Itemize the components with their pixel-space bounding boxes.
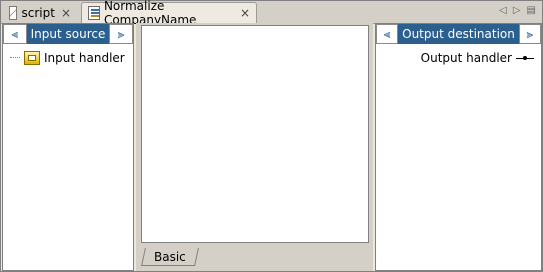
input-handler-tree-item[interactable]: Input handler: [10, 51, 125, 65]
script-icon: [9, 5, 18, 20]
close-icon[interactable]: ×: [61, 6, 71, 20]
previous-tab-icon[interactable]: ◁: [499, 5, 507, 16]
input-source-header: ⫷ Input source ⫸: [3, 24, 133, 45]
tab-list-icon[interactable]: ▤: [527, 5, 536, 16]
input-handler-label: Input handler: [44, 51, 125, 65]
close-icon[interactable]: ×: [240, 6, 250, 20]
editor-window: script × Normalize CompanyName × ◁ ▷ ▤ ⫷…: [0, 0, 543, 272]
tab-basic-label: Basic: [154, 249, 186, 264]
output-handler-label: Output handler: [420, 51, 512, 65]
tab-basic[interactable]: Basic: [141, 248, 199, 266]
connector-icon: [516, 55, 534, 60]
double-left-arrow-icon: ⫷: [11, 26, 19, 41]
editor-icon: [88, 6, 100, 20]
expand-right-button[interactable]: ⫸: [518, 24, 541, 44]
output-destination-panel: ⫷ Output destination ⫸ Output handler: [375, 23, 542, 271]
tab-strip-controls: ◁ ▷ ▤: [499, 5, 536, 16]
middle-panel: Basic: [136, 23, 373, 271]
tree-connector: [10, 57, 20, 59]
collapse-right-button[interactable]: ⫷: [376, 24, 399, 44]
next-tab-icon[interactable]: ▷: [513, 5, 521, 16]
double-right-arrow-icon: ⫸: [117, 26, 125, 41]
expand-left-button[interactable]: ⫸: [109, 24, 133, 44]
input-source-panel: ⫷ Input source ⫸ Input handler: [2, 23, 134, 271]
input-source-title: Input source: [30, 27, 106, 41]
double-right-arrow-icon: ⫸: [526, 26, 534, 41]
tab-label-script: script: [21, 5, 55, 20]
tab-script[interactable]: script ×: [3, 2, 77, 23]
tab-strip: script × Normalize CompanyName × ◁ ▷ ▤: [1, 0, 542, 27]
output-destination-header: ⫷ Output destination ⫸: [376, 24, 541, 45]
output-handler-item[interactable]: Output handler: [421, 51, 534, 65]
tab-normalize-companyname[interactable]: Normalize CompanyName ×: [81, 0, 257, 27]
handler-icon: [24, 51, 40, 65]
collapse-left-button[interactable]: ⫷: [3, 24, 27, 44]
double-left-arrow-icon: ⫷: [383, 26, 391, 41]
edit-canvas[interactable]: [141, 25, 369, 243]
output-destination-title: Output destination: [402, 27, 515, 41]
